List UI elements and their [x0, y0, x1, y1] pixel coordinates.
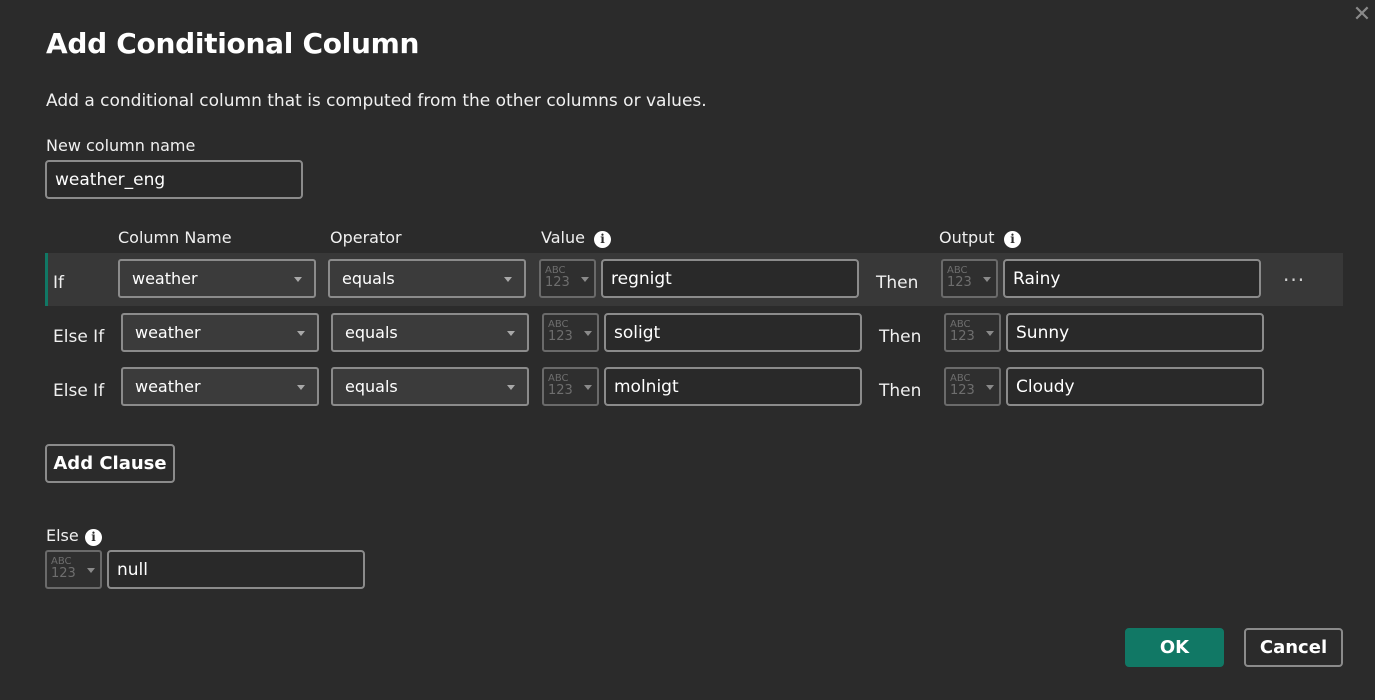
operator-value: equals: [342, 269, 395, 288]
chevron-down-icon: [294, 276, 302, 282]
value-input[interactable]: regnigt: [601, 259, 859, 298]
chevron-down-icon: [507, 330, 515, 336]
chevron-down-icon: [581, 276, 589, 282]
chevron-down-icon: [297, 384, 305, 390]
new-column-name-label: New column name: [46, 136, 196, 155]
abc-123-type-icon: ABC 123: [548, 319, 573, 344]
column-name-dropdown[interactable]: weather: [121, 313, 319, 352]
operator-dropdown[interactable]: equals: [331, 313, 529, 352]
clause-prefix: Else If: [53, 381, 105, 401]
value-input[interactable]: molnigt: [604, 367, 862, 406]
output-type-button[interactable]: ABC 123: [944, 367, 1001, 406]
value-type-button[interactable]: ABC 123: [542, 367, 599, 406]
then-label: Then: [876, 273, 919, 293]
output-input[interactable]: Sunny: [1006, 313, 1264, 352]
abc-123-type-icon: ABC 123: [947, 265, 972, 290]
else-label: Else: [46, 526, 79, 545]
then-label: Then: [879, 381, 922, 401]
abc-123-type-icon: ABC 123: [51, 556, 76, 581]
output-input[interactable]: Rainy: [1003, 259, 1261, 298]
more-options-icon[interactable]: ···: [1283, 268, 1305, 292]
operator-value: equals: [345, 377, 398, 396]
abc-123-type-icon: ABC 123: [950, 373, 975, 398]
column-name-value: weather: [135, 377, 201, 396]
then-label: Then: [879, 327, 922, 347]
else-type-button[interactable]: ABC 123: [45, 550, 102, 589]
header-output: Output: [939, 228, 995, 247]
selected-row-indicator: [45, 253, 48, 306]
abc-123-type-icon: ABC 123: [950, 319, 975, 344]
chevron-down-icon: [297, 330, 305, 336]
header-value: Value: [541, 228, 585, 247]
column-name-value: weather: [135, 323, 201, 342]
operator-dropdown[interactable]: equals: [328, 259, 526, 298]
value-input[interactable]: soligt: [604, 313, 862, 352]
chevron-down-icon: [584, 384, 592, 390]
dialog-title: Add Conditional Column: [46, 27, 420, 60]
else-info-icon[interactable]: i: [85, 529, 102, 546]
output-type-button[interactable]: ABC 123: [944, 313, 1001, 352]
abc-123-type-icon: ABC 123: [545, 265, 570, 290]
output-input[interactable]: Cloudy: [1006, 367, 1264, 406]
chevron-down-icon: [986, 330, 994, 336]
value-type-button[interactable]: ABC 123: [542, 313, 599, 352]
chevron-down-icon: [983, 276, 991, 282]
abc-123-type-icon: ABC 123: [548, 373, 573, 398]
header-column-name: Column Name: [118, 228, 232, 247]
else-value-input[interactable]: null: [107, 550, 365, 589]
add-clause-button[interactable]: Add Clause: [45, 444, 175, 483]
cancel-button[interactable]: Cancel: [1244, 628, 1343, 667]
operator-dropdown[interactable]: equals: [331, 367, 529, 406]
new-column-name-input[interactable]: weather_eng: [45, 160, 303, 199]
chevron-down-icon: [986, 384, 994, 390]
close-icon[interactable]: ✕: [1351, 4, 1373, 26]
output-type-button[interactable]: ABC 123: [941, 259, 998, 298]
chevron-down-icon: [87, 567, 95, 573]
column-name-value: weather: [132, 269, 198, 288]
dialog-description: Add a conditional column that is compute…: [46, 91, 707, 111]
column-name-dropdown[interactable]: weather: [118, 259, 316, 298]
chevron-down-icon: [504, 276, 512, 282]
column-name-dropdown[interactable]: weather: [121, 367, 319, 406]
header-operator: Operator: [330, 228, 402, 247]
chevron-down-icon: [507, 384, 515, 390]
value-type-button[interactable]: ABC 123: [539, 259, 596, 298]
clause-prefix: Else If: [53, 327, 105, 347]
operator-value: equals: [345, 323, 398, 342]
output-info-icon[interactable]: i: [1004, 231, 1021, 248]
chevron-down-icon: [584, 330, 592, 336]
clause-prefix: If: [53, 273, 64, 293]
ok-button[interactable]: OK: [1125, 628, 1224, 667]
value-info-icon[interactable]: i: [594, 231, 611, 248]
